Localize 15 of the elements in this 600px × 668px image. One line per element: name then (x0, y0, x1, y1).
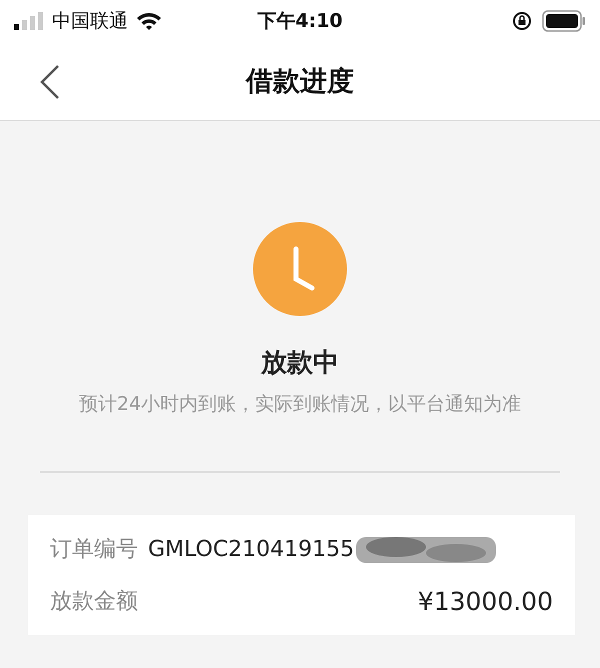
status-time: 下午4:10 (257, 9, 343, 34)
battery-icon (542, 10, 586, 32)
wifi-icon (136, 11, 162, 31)
detail-value: ¥13000.00 (418, 586, 553, 616)
detail-label: 订单编号 (50, 536, 138, 564)
detail-value: GMLOC210419155 (148, 536, 354, 562)
back-button[interactable] (38, 64, 62, 100)
status-title: 放款中 (261, 347, 339, 380)
detail-label: 放款金额 (50, 588, 138, 616)
status-note: 预计24小时内到账，实际到账情况，以平台通知为准 (78, 392, 522, 417)
page-title: 借款进度 (246, 65, 354, 99)
carrier-name: 中国联通 (52, 9, 128, 34)
signal-icon (14, 12, 44, 30)
rotation-lock-icon (512, 11, 532, 31)
clock-icon (252, 221, 348, 317)
